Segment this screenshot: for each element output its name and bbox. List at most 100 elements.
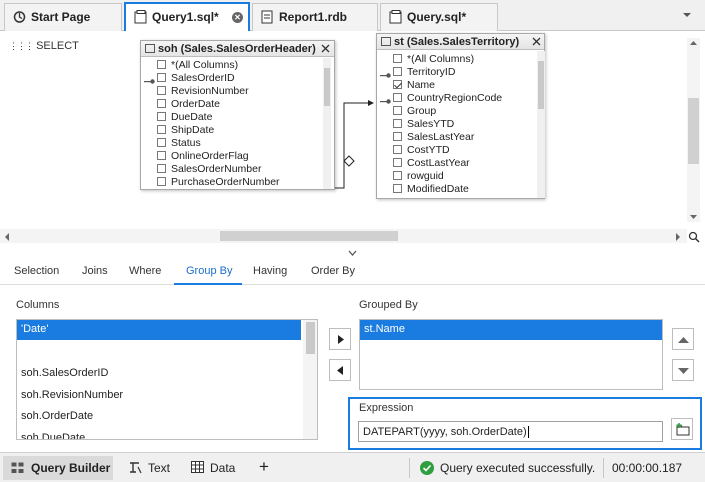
add-expression-button[interactable]: [671, 418, 693, 440]
columns-list[interactable]: 'Date' soh.SalesOrderID soh.RevisionNumber…: [16, 319, 318, 440]
key-icon: [380, 95, 391, 104]
arrow-right-icon: [338, 335, 344, 344]
column-checkbox[interactable]: [157, 125, 166, 134]
list-item[interactable]: soh.DueDate: [17, 429, 301, 440]
add-tab-button[interactable]: +: [259, 457, 269, 477]
grouped-by-label: Grouped By: [359, 299, 418, 311]
scroll-thumb[interactable]: [538, 61, 544, 109]
key-icon: [144, 75, 155, 84]
table-scrollbar[interactable]: [537, 51, 545, 198]
text-tab[interactable]: Text: [148, 461, 170, 475]
designer-vertical-scrollbar[interactable]: [687, 38, 700, 222]
grouped-by-list[interactable]: st.Name: [359, 319, 663, 390]
scroll-thumb[interactable]: [306, 322, 315, 354]
select-indicator: ⋮⋮⋮ SELECT: [9, 40, 79, 52]
column-checkbox[interactable]: [393, 184, 402, 193]
data-tab[interactable]: Data: [210, 461, 235, 475]
query-builder-label[interactable]: Query Builder: [31, 461, 110, 475]
column-checkbox[interactable]: [393, 106, 402, 115]
column-checkbox[interactable]: [157, 177, 166, 186]
column-name: Name: [407, 79, 436, 91]
scroll-thumb[interactable]: [688, 98, 699, 164]
chevron-left-icon[interactable]: [4, 233, 10, 241]
column-name: *(All Columns): [171, 59, 239, 71]
list-item[interactable]: soh.SalesOrderID: [17, 364, 301, 384]
chevron-up-icon[interactable]: [689, 40, 698, 46]
add-to-group-button[interactable]: [329, 328, 351, 350]
column-name: RevisionNumber: [171, 85, 249, 97]
columns-scrollbar[interactable]: [303, 320, 317, 439]
status-bar: Query Builder Text Data + Query executed…: [0, 452, 705, 482]
column-checkbox[interactable]: [393, 132, 402, 141]
expression-input[interactable]: DATEPART(yyyy, soh.OrderDate): [358, 421, 663, 442]
column-checkbox[interactable]: [393, 145, 402, 154]
table-header[interactable]: soh (Sales.SalesOrderHeader): [141, 41, 334, 57]
table-sales-territory[interactable]: st (Sales.SalesTerritory) *(All Columns)…: [376, 33, 545, 199]
move-up-button[interactable]: [672, 328, 694, 350]
tab-start-page[interactable]: Start Page: [4, 3, 122, 31]
close-tab-icon[interactable]: ✕: [232, 12, 243, 23]
expression-value: DATEPART(yyyy, soh.OrderDate): [363, 426, 527, 438]
column-name: SalesOrderNumber: [171, 163, 262, 175]
column-checkbox[interactable]: [393, 54, 402, 63]
divider: [603, 458, 604, 478]
column-checkbox[interactable]: [157, 138, 166, 147]
table-grid-icon: [381, 37, 391, 46]
divider: [409, 458, 410, 478]
status-message: Query executed successfully.: [440, 461, 596, 475]
table-scrollbar[interactable]: [323, 58, 331, 189]
column-checkbox[interactable]: [157, 86, 166, 95]
tab-joins[interactable]: Joins: [82, 265, 108, 277]
list-item[interactable]: soh.OrderDate: [17, 407, 301, 427]
column-checkbox[interactable]: [157, 99, 166, 108]
scroll-thumb[interactable]: [220, 231, 398, 241]
column-checkbox[interactable]: [393, 158, 402, 167]
tab-query1[interactable]: Query1.sql* ✕: [124, 2, 250, 32]
column-checkbox[interactable]: [393, 80, 402, 89]
query-designer-canvas[interactable]: ⋮⋮⋮ SELECT soh (Sales.SalesOrderHeader) …: [0, 31, 705, 256]
list-item[interactable]: soh.RevisionNumber: [17, 386, 301, 406]
chevron-down-icon[interactable]: [689, 214, 698, 220]
list-item[interactable]: 'Date': [17, 320, 301, 340]
sql-file-icon: [389, 10, 402, 24]
query-builder-icon: [11, 462, 24, 473]
tab-group-by[interactable]: Group By: [186, 265, 232, 277]
active-tab-indicator: [174, 283, 242, 285]
column-checkbox[interactable]: [393, 119, 402, 128]
execution-time: 00:00:00.187: [612, 461, 683, 475]
zoom-icon[interactable]: [688, 231, 700, 243]
column-checkbox[interactable]: [157, 151, 166, 160]
list-item[interactable]: [17, 343, 301, 363]
arrow-left-icon: [337, 366, 343, 375]
column-checkbox[interactable]: [157, 73, 166, 82]
tab-selection[interactable]: Selection: [14, 265, 59, 277]
column-checkbox[interactable]: [393, 93, 402, 102]
column-checkbox[interactable]: [157, 60, 166, 69]
tab-label: Start Page: [31, 10, 91, 24]
tab-where[interactable]: Where: [129, 265, 161, 277]
column-checkbox[interactable]: [157, 112, 166, 121]
join-connector[interactable]: [330, 61, 380, 201]
start-page-icon: [13, 11, 26, 23]
list-item[interactable]: st.Name: [360, 320, 662, 340]
text-view-icon: [130, 462, 142, 474]
tab-order-by[interactable]: Order By: [311, 265, 355, 277]
tab-query[interactable]: Query.sql*: [380, 3, 498, 31]
column-checkbox[interactable]: [157, 164, 166, 173]
tab-report1[interactable]: Report1.rdb: [252, 3, 378, 31]
scroll-thumb[interactable]: [324, 68, 330, 106]
chevron-down-icon[interactable]: [680, 9, 694, 21]
close-icon[interactable]: [321, 44, 330, 53]
column-checkbox[interactable]: [393, 171, 402, 180]
close-icon[interactable]: [532, 37, 541, 46]
move-down-button[interactable]: [672, 359, 694, 381]
column-checkbox[interactable]: [393, 67, 402, 76]
table-sales-order-header[interactable]: soh (Sales.SalesOrderHeader) *(All Colum…: [140, 40, 335, 190]
chevron-right-icon[interactable]: [675, 233, 681, 241]
designer-horizontal-scrollbar[interactable]: [0, 229, 687, 243]
remove-from-group-button[interactable]: [329, 359, 351, 381]
tab-label: Report1.rdb: [279, 10, 348, 24]
tab-having[interactable]: Having: [253, 265, 287, 277]
splitter-chevron-icon[interactable]: [348, 250, 357, 256]
table-header[interactable]: st (Sales.SalesTerritory): [377, 34, 544, 50]
